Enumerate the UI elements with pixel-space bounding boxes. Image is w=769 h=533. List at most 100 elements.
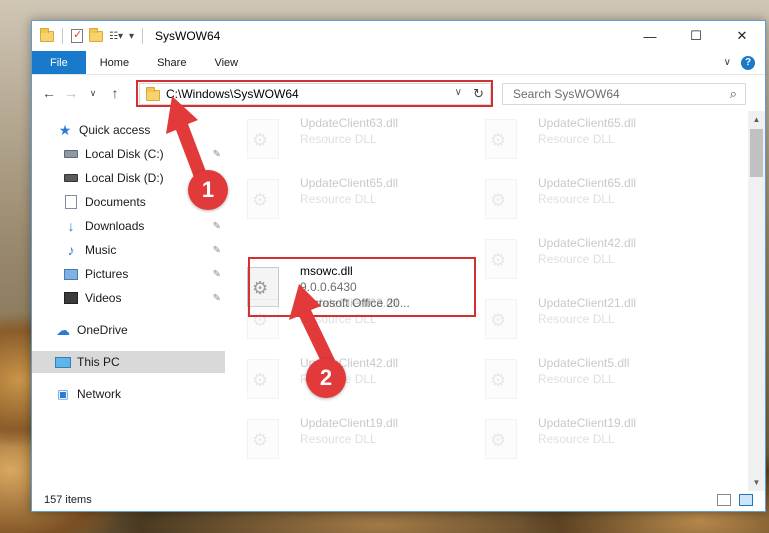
file-item[interactable]: UpdateClient19.dll Resource DLL <box>225 411 455 467</box>
expand-ribbon-icon[interactable]: ∨ <box>724 57 731 68</box>
file-item[interactable]: UpdateClient63.dll Resource DLL <box>225 111 455 167</box>
maximize-button[interactable]: ☐ <box>673 21 719 51</box>
document-icon <box>63 194 79 210</box>
annotation-badge-2: 2 <box>306 358 346 398</box>
toolbar-divider <box>62 28 63 44</box>
sidebar-item-label: Local Disk (D:) <box>85 171 164 185</box>
close-button[interactable]: ✕ <box>719 21 765 51</box>
network-icon: ▣ <box>57 387 69 401</box>
file-name: UpdateClient19.dll <box>300 416 399 430</box>
tiles-view-icon[interactable] <box>739 494 753 506</box>
sidebar-item-label: This PC <box>77 355 120 369</box>
annotation-badge-1: 1 <box>188 170 228 210</box>
video-icon <box>63 290 79 306</box>
dll-file-icon <box>485 119 517 159</box>
pin-icon[interactable]: ✎ <box>213 293 221 304</box>
sidebar-item-onedrive[interactable]: ☁ OneDrive <box>32 319 225 341</box>
minimize-button[interactable]: — <box>627 21 673 51</box>
properties-icon[interactable] <box>71 28 83 43</box>
disk-icon <box>63 170 79 186</box>
ribbon-right: ∨ ? <box>724 51 765 74</box>
forward-button[interactable]: → <box>60 85 82 101</box>
tab-share[interactable]: Share <box>143 51 200 74</box>
computer-icon <box>55 354 71 370</box>
vertical-scrollbar[interactable]: ▲ ▼ <box>748 111 765 491</box>
sidebar-item-music[interactable]: ♪ Music ✎ <box>32 239 225 261</box>
picture-icon <box>63 266 79 282</box>
file-description: Resource DLL <box>300 432 377 446</box>
file-description: Resource DLL <box>300 132 377 146</box>
sidebar-item-downloads[interactable]: ↓ Downloads ✎ <box>32 215 225 237</box>
scroll-up-icon[interactable]: ▲ <box>748 111 765 128</box>
pin-icon[interactable]: ✎ <box>213 269 221 280</box>
file-name: UpdateClient19.dll <box>538 416 637 430</box>
item-count: 157 items <box>44 494 92 506</box>
sidebar-item-label: Pictures <box>85 267 129 281</box>
file-item[interactable]: UpdateClient19.dll Resource DLL <box>463 411 693 467</box>
search-input[interactable]: Search SysWOW64 ⌕ <box>502 83 746 105</box>
file-item[interactable]: UpdateClient65.dll Resource DLL <box>463 171 693 227</box>
file-description: Resource DLL <box>538 132 615 146</box>
ribbon-tabs: File Home Share View ∨ ? <box>32 51 765 75</box>
pin-icon[interactable]: ✎ <box>213 221 221 232</box>
dll-file-icon <box>247 119 279 159</box>
sidebar-item-this-pc[interactable]: This PC <box>32 351 225 373</box>
sidebar-item-label: Quick access <box>79 123 151 137</box>
customize-toolbar-icon[interactable]: ☷▾ <box>109 31 123 42</box>
file-item[interactable]: UpdateClient5.dll Resource DLL <box>463 351 693 407</box>
file-name: UpdateClient65.dll <box>300 176 399 190</box>
dll-file-icon <box>485 299 517 339</box>
dll-file-icon <box>485 239 517 279</box>
up-button[interactable]: ↑ <box>104 85 126 101</box>
dll-file-icon <box>247 179 279 219</box>
tab-file[interactable]: File <box>32 51 86 74</box>
disk-icon <box>63 146 79 162</box>
file-item[interactable]: UpdateClient65.dll Resource DLL <box>225 171 455 227</box>
folder-icon <box>40 27 54 42</box>
sidebar-item-pictures[interactable]: Pictures ✎ <box>32 263 225 285</box>
toolbar-dropdown-icon[interactable]: ▾ <box>129 31 134 42</box>
file-description: Resource DLL <box>538 372 615 386</box>
sidebar-item-label: OneDrive <box>77 323 128 337</box>
recent-locations-button[interactable]: ∨ <box>82 88 104 99</box>
sidebar-item-videos[interactable]: Videos ✎ <box>32 287 225 309</box>
tab-home[interactable]: Home <box>86 51 143 74</box>
dll-file-icon <box>247 419 279 459</box>
toolbar-divider <box>142 28 144 44</box>
window-controls: — ☐ ✕ <box>627 21 765 51</box>
dll-file-icon <box>485 179 517 219</box>
file-name: UpdateClient65.dll <box>538 116 637 130</box>
quick-access-toolbar: ☷▾ ▾ <box>32 27 145 44</box>
dll-file-icon <box>247 359 279 399</box>
dll-file-icon <box>485 419 517 459</box>
scroll-thumb[interactable] <box>750 129 763 177</box>
file-description: Resource DLL <box>538 252 615 266</box>
sidebar-item-network[interactable]: ▣ Network <box>32 383 225 405</box>
download-icon: ↓ <box>67 218 75 234</box>
file-item[interactable]: UpdateClient42.dll Resource DLL <box>463 231 693 287</box>
title-bar: ☷▾ ▾ SysWOW64 — ☐ ✕ <box>32 21 765 51</box>
sidebar-item-label: Videos <box>85 291 122 305</box>
sidebar-item-label: Music <box>85 243 117 257</box>
music-icon: ♪ <box>67 242 75 258</box>
file-description: Resource DLL <box>300 192 377 206</box>
star-icon: ★ <box>58 121 72 138</box>
file-item[interactable]: UpdateClient21.dll Resource DLL <box>463 291 693 347</box>
details-view-icon[interactable] <box>717 494 731 506</box>
file-item[interactable]: UpdateClient65.dll Resource DLL <box>463 111 693 167</box>
cloud-icon: ☁ <box>56 321 70 338</box>
file-name: UpdateClient5.dll <box>538 356 630 370</box>
file-name: UpdateClient65.dll <box>538 176 637 190</box>
help-icon[interactable]: ? <box>741 55 755 70</box>
sidebar-item-label: Local Disk (C:) <box>85 147 164 161</box>
file-description: Resource DLL <box>538 192 615 206</box>
tab-view[interactable]: View <box>200 51 252 74</box>
new-folder-icon[interactable] <box>89 27 103 42</box>
search-icon[interactable]: ⌕ <box>730 86 737 102</box>
file-highlight-box <box>248 257 476 317</box>
pin-icon[interactable]: ✎ <box>213 245 221 256</box>
view-switcher <box>717 494 765 506</box>
dll-file-icon <box>485 359 517 399</box>
search-placeholder: Search SysWOW64 <box>513 87 620 101</box>
back-button[interactable]: ← <box>38 85 60 101</box>
